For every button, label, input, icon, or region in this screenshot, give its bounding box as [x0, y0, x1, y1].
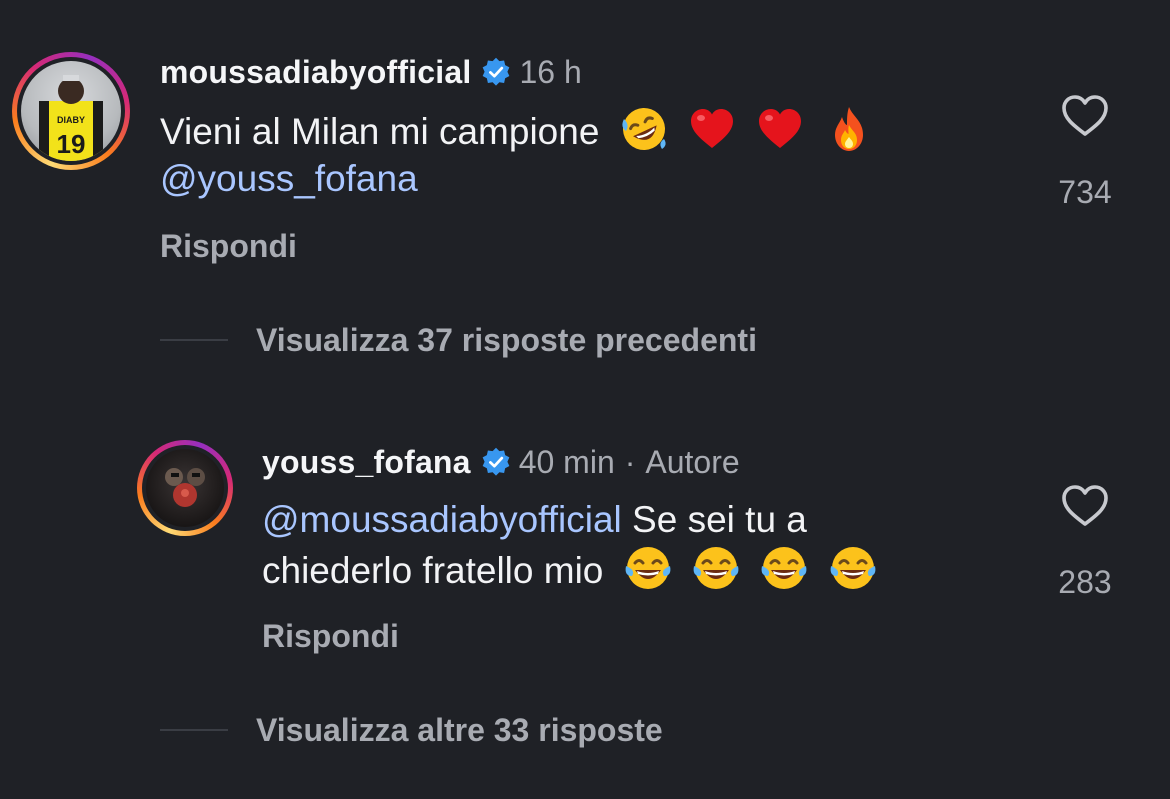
- avatar-art-graphic: [165, 468, 205, 507]
- view-more-replies-label: Visualizza altre 33 risposte: [256, 711, 663, 748]
- like-count: 283: [1058, 564, 1112, 600]
- red-heart-emoji-icon: [690, 109, 733, 148]
- comment-header: youss_fofana 40 min · Autore: [262, 442, 740, 482]
- emoji-row: [599, 107, 872, 152]
- comment-line-2-text: chiederlo fratello mio: [262, 550, 604, 591]
- tears-of-joy-emoji-icon: [693, 547, 739, 589]
- thread-divider-line: [160, 729, 228, 731]
- comment-text: Vieni al Milan mi campione: [160, 105, 873, 156]
- avatar-photo-jersey: DIABY 19: [21, 61, 121, 161]
- mention-link[interactable]: @youss_fofana: [160, 154, 418, 203]
- timestamp: 16 h: [519, 53, 582, 90]
- like-count: 734: [1058, 174, 1112, 210]
- mention-link[interactable]: @moussadiabyofficial: [262, 499, 622, 540]
- comment-line-1-rest: Se sei tu a: [621, 499, 807, 540]
- reply-button[interactable]: Rispondi: [160, 228, 297, 265]
- avatar-moussadiabyofficial[interactable]: DIABY 19: [12, 52, 130, 170]
- meta-separator: ·: [624, 443, 636, 480]
- comment-line-2: chiederlo fratello mio: [262, 544, 877, 595]
- tears-of-joy-emoji-icon: [830, 547, 875, 589]
- verified-badge-icon: [482, 447, 510, 476]
- view-previous-replies-button[interactable]: Visualizza 37 risposte precedenti: [160, 320, 757, 360]
- like-button[interactable]: 283: [1050, 482, 1120, 601]
- author-tag: Autore: [645, 443, 740, 480]
- fire-emoji-icon: [834, 107, 863, 151]
- reply-button[interactable]: Rispondi: [262, 618, 399, 655]
- rofl-emoji-icon: [622, 108, 666, 150]
- like-button[interactable]: 734: [1050, 92, 1120, 211]
- avatar-youss-fofana[interactable]: [137, 440, 233, 536]
- tears-of-joy-emoji-icon: [625, 547, 671, 589]
- heart-outline-icon[interactable]: [1060, 482, 1110, 528]
- view-previous-replies-label: Visualizza 37 risposte precedenti: [256, 321, 757, 358]
- verified-badge-icon: [483, 57, 510, 86]
- username[interactable]: youss_fofana: [262, 444, 471, 481]
- svg-text:DIABY: DIABY: [57, 115, 85, 125]
- comment-line-1: Vieni al Milan mi campione: [160, 111, 600, 152]
- svg-text:19: 19: [57, 129, 86, 159]
- avatar-photo-dark: [146, 449, 224, 527]
- avatar-inner: [142, 445, 228, 531]
- tears-of-joy-emoji-icon: [761, 547, 807, 589]
- view-more-replies-button[interactable]: Visualizza altre 33 risposte: [160, 710, 663, 750]
- comment-text: @moussadiabyofficial Se sei tu a: [262, 495, 807, 544]
- thread-divider-line: [160, 339, 228, 341]
- red-heart-emoji-icon: [759, 109, 802, 148]
- jersey-graphic: DIABY 19: [39, 75, 103, 161]
- username[interactable]: moussadiabyofficial: [160, 54, 471, 91]
- comment-header: moussadiabyofficial 16 h: [160, 52, 582, 92]
- heart-outline-icon[interactable]: [1060, 92, 1110, 138]
- timestamp: 40 min: [518, 443, 615, 480]
- avatar-inner: DIABY 19: [17, 57, 125, 165]
- emoji-row: [603, 547, 876, 591]
